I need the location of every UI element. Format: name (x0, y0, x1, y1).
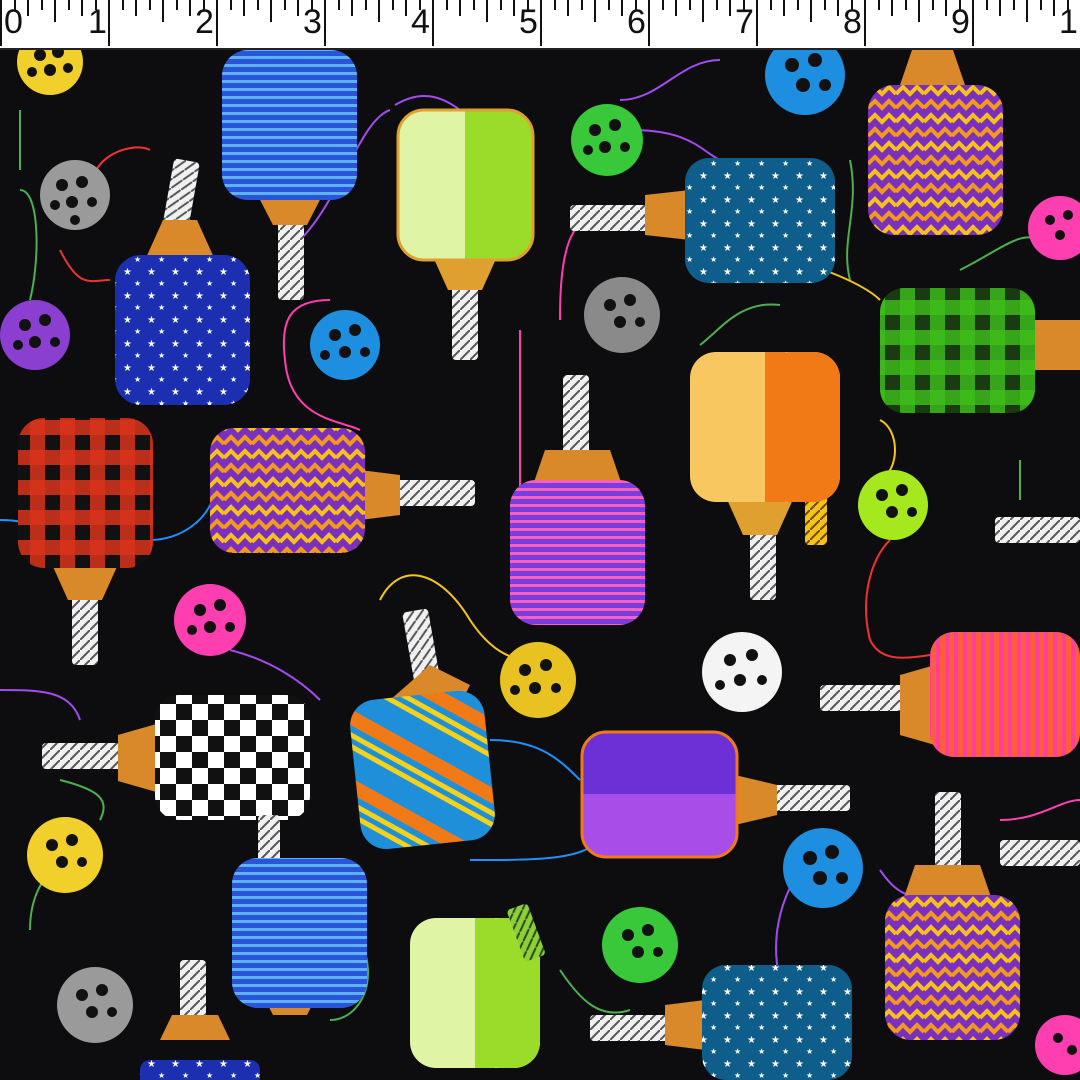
ruler-tick (837, 0, 839, 16)
ruler-tick (67, 0, 70, 10)
ruler-tick (1012, 0, 1015, 10)
ruler-tick (189, 0, 191, 16)
ruler-tick (1039, 0, 1042, 10)
ball-blue-low (783, 828, 863, 908)
paddle-right-edge (995, 517, 1080, 543)
ruler-tick (175, 0, 178, 10)
ruler-tick (229, 0, 232, 10)
ruler-tick (985, 0, 988, 10)
ruler-tick (459, 0, 461, 16)
ruler-tick (337, 0, 340, 10)
ruler-tick (351, 0, 353, 16)
ruler-tick (931, 0, 934, 10)
ruler-tick (148, 0, 151, 10)
ruler-label-7: 7 (735, 3, 754, 41)
ruler-tick (0, 0, 2, 46)
ruler-label-10: 1 (1059, 3, 1078, 41)
ruler-tick (405, 0, 407, 16)
ruler-tick (391, 0, 394, 10)
ruler-tick (715, 0, 718, 10)
ball-green-top (571, 104, 643, 176)
ruler-tick (270, 0, 272, 22)
ruler-tick (378, 0, 380, 22)
ruler-tick (1026, 0, 1028, 22)
ruler-label-1: 1 (88, 3, 107, 41)
ruler-tick (796, 0, 799, 10)
ruler-tick (499, 0, 502, 10)
ruler-tick (675, 0, 677, 16)
ruler-tick (607, 0, 610, 10)
ball-gray-low (57, 967, 133, 1043)
ruler-tick (904, 0, 907, 10)
ruler-tick (945, 0, 947, 16)
ruler-tick (135, 0, 137, 16)
ball-yellow-low (27, 817, 103, 893)
ruler-label-6: 6 (627, 3, 646, 41)
ruler-tick (918, 0, 920, 22)
measurement-ruler: 0 1 2 3 4 5 6 7 8 9 1 (0, 0, 1080, 50)
ball-gray (40, 160, 110, 230)
ruler-tick (54, 0, 56, 22)
ruler-tick (324, 0, 326, 46)
ruler-tick (513, 0, 515, 16)
ruler-tick (810, 0, 812, 22)
ruler-tick (567, 0, 569, 16)
ruler-tick (121, 0, 124, 10)
ruler-tick (688, 0, 691, 10)
ruler-tick (216, 0, 218, 46)
ruler-tick (432, 0, 434, 46)
ruler-tick (702, 0, 704, 22)
ball-white (702, 632, 782, 712)
ball-yellow-mid (500, 642, 576, 718)
fabric-print: ★ ★ ★ ★ (0, 50, 1080, 1080)
ruler-tick (972, 0, 974, 46)
ruler-tick (864, 0, 866, 46)
ball-gray-mid (584, 277, 660, 353)
ruler-label-2: 2 (195, 3, 214, 41)
ball-green-low (602, 907, 678, 983)
fabric-svg: ★ ★ ★ ★ (0, 50, 1080, 1080)
ruler-tick (783, 0, 785, 16)
ruler-tick (621, 0, 623, 16)
ruler-label-9: 9 (951, 3, 970, 41)
ruler-tick (445, 0, 448, 10)
ruler-tick (891, 0, 893, 16)
ruler-tick (364, 0, 367, 10)
ruler-tick (256, 0, 259, 10)
ruler-tick (729, 0, 731, 16)
ball-pink-mid (174, 584, 246, 656)
ruler-tick (472, 0, 475, 10)
ruler-tick (1053, 0, 1055, 16)
ruler-tick (769, 0, 772, 10)
ruler-tick (877, 0, 880, 10)
ruler-label-5: 5 (519, 3, 538, 41)
ruler-tick (486, 0, 488, 22)
ruler-tick (594, 0, 596, 22)
ruler-tick (40, 0, 43, 10)
ruler-tick (823, 0, 826, 10)
ruler-tick (243, 0, 245, 16)
ruler-tick (553, 0, 556, 10)
ruler-tick (540, 0, 542, 46)
ruler-tick (580, 0, 583, 10)
ruler-label-3: 3 (303, 3, 322, 41)
ball-lime (858, 470, 928, 540)
ruler-label-4: 4 (411, 3, 430, 41)
ruler-tick (756, 0, 758, 46)
ruler-label-0: 0 (4, 3, 23, 41)
ruler-tick (108, 0, 110, 46)
ruler-tick (27, 0, 29, 16)
ball-blue-mid (310, 310, 380, 380)
ruler-tick (283, 0, 286, 10)
ball-purple (0, 300, 70, 370)
ruler-label-8: 8 (843, 3, 862, 41)
ruler-tick (999, 0, 1001, 16)
ruler-tick (297, 0, 299, 16)
ruler-tick (81, 0, 83, 16)
ruler-tick (162, 0, 164, 22)
paddle-blue-stripes-bottom (232, 858, 367, 1015)
ruler-tick (648, 0, 650, 46)
ruler-tick (661, 0, 664, 10)
paddle-lime-split-bottom (410, 903, 545, 1068)
